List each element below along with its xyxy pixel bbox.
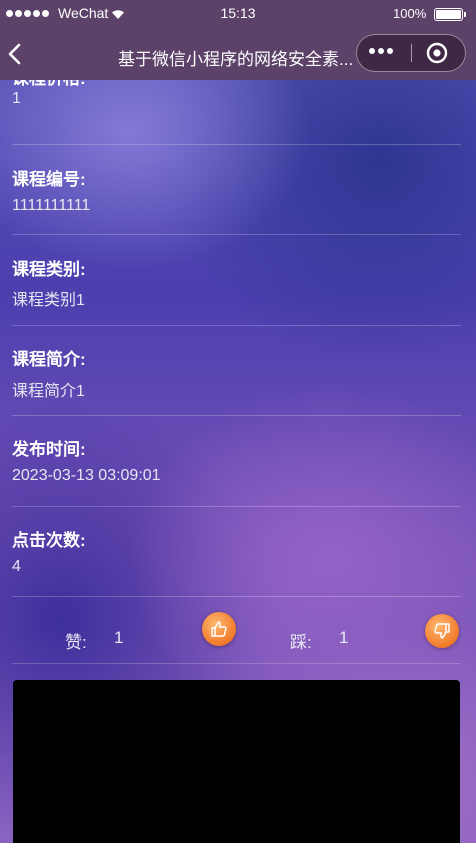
- thumbs-up-icon: [211, 621, 227, 637]
- field-label: 课程简介:: [12, 350, 86, 369]
- dislike-count: 1: [339, 628, 349, 647]
- field-label: 发布时间:: [12, 440, 86, 459]
- field-value: 1111111111: [12, 197, 91, 214]
- close-mini-program-icon[interactable]: [426, 42, 448, 69]
- dislike-label: 踩:: [290, 633, 312, 652]
- like-count: 1: [114, 628, 124, 647]
- field-value: 2023-03-13 03:09:01: [12, 467, 161, 484]
- page-title: 基于微信小程序的网络安全素...: [118, 50, 354, 69]
- field-label: 课程价格:: [12, 80, 86, 89]
- field-course-code: 课程编号: 1111111111: [12, 144, 461, 235]
- field-value: 课程简介1: [12, 383, 85, 400]
- field-value: 1: [12, 90, 21, 107]
- field-label: 课程类别:: [12, 260, 86, 279]
- field-publish-time: 发布时间: 2023-03-13 03:09:01: [12, 415, 461, 507]
- battery-icon: [434, 8, 466, 21]
- field-value: 课程类别1: [12, 292, 85, 309]
- field-label: 课程编号:: [12, 170, 86, 189]
- battery-percentage: 100%: [393, 6, 427, 21]
- mini-program-capsule: [356, 34, 466, 72]
- status-bar: WeChat 15:13 100%: [0, 0, 476, 28]
- field-label: 点击次数:: [12, 531, 86, 550]
- vote-row: 赞: 1 踩: 1: [0, 600, 476, 670]
- back-arrow-icon[interactable]: [6, 43, 24, 70]
- thumbs-down-icon: [434, 623, 450, 639]
- capsule-divider: [411, 44, 412, 62]
- navigation-bar: 基于微信小程序的网络安全素...: [0, 28, 476, 80]
- like-label: 赞:: [65, 633, 87, 652]
- field-course-price: 课程价格: 1: [12, 80, 461, 145]
- field-course-category: 课程类别: 课程类别1: [12, 234, 461, 326]
- field-click-count: 点击次数: 4: [12, 506, 461, 597]
- like-button[interactable]: [202, 612, 236, 646]
- dislike-button[interactable]: [425, 614, 459, 648]
- field-course-intro: 课程简介: 课程简介1: [12, 325, 461, 416]
- video-player[interactable]: [13, 680, 460, 843]
- more-options-icon[interactable]: [369, 48, 393, 54]
- vote-divider: [12, 663, 461, 664]
- field-value: 4: [12, 558, 21, 575]
